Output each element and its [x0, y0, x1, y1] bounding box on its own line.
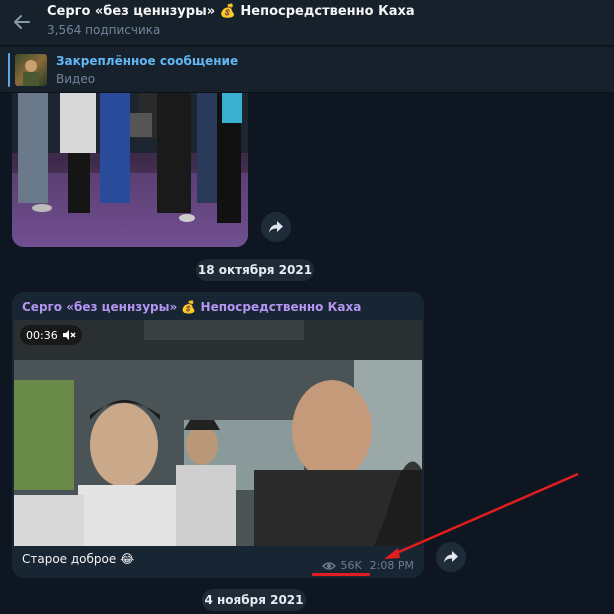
pinned-indicator — [8, 53, 10, 87]
eye-icon — [322, 561, 337, 570]
annotation-underline — [312, 573, 370, 576]
video-duration: 00:36 — [20, 325, 82, 345]
view-count: 56K — [340, 559, 362, 572]
chat-header: Серго «без ценнзуры» 💰 Непосредственно К… — [0, 0, 614, 46]
previous-video-thumbnail[interactable] — [12, 93, 248, 247]
pinned-thumbnail — [15, 54, 47, 86]
share-button[interactable] — [436, 542, 466, 572]
share-arrow-icon — [269, 221, 283, 233]
channel-title[interactable]: Серго «без ценнзуры» 💰 Непосредственно К… — [47, 4, 415, 19]
speaker-muted-icon[interactable] — [62, 329, 76, 341]
pinned-title: Закреплённое сообщение — [56, 54, 239, 68]
pinned-message-bar[interactable]: Закреплённое сообщение Видео — [0, 47, 614, 93]
duration-text: 00:36 — [26, 328, 58, 342]
arrow-left-icon — [14, 15, 30, 29]
pinned-subtitle: Видео — [56, 72, 96, 86]
share-arrow-icon — [444, 551, 458, 563]
video-player[interactable]: 00:36 — [14, 320, 422, 546]
post-meta: 56K 2:08 PM — [322, 559, 414, 572]
post-time: 2:08 PM — [369, 559, 414, 572]
subscriber-count: 3,564 подписчика — [47, 23, 161, 37]
post-caption: Старое доброе 😂 — [22, 552, 135, 566]
date-separator: 18 октября 2021 — [196, 259, 314, 281]
share-button-previous[interactable] — [261, 212, 291, 242]
date-separator-2: 4 ноября 2021 — [202, 589, 306, 611]
post-sender[interactable]: Серго «без ценнзуры» 💰 Непосредственно К… — [22, 300, 361, 314]
back-button[interactable] — [8, 8, 36, 36]
channel-post: Серго «без ценнзуры» 💰 Непосредственно К… — [12, 292, 424, 578]
